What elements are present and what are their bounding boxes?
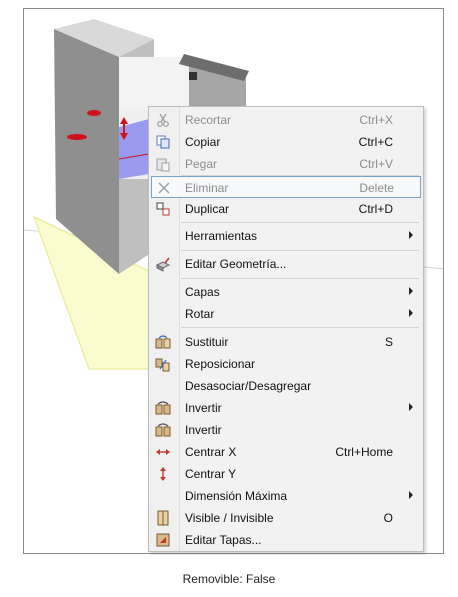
visibility-icon bbox=[157, 510, 169, 526]
submenu-arrow-icon bbox=[409, 287, 413, 295]
menu-item-shortcut: Ctrl+V bbox=[359, 157, 393, 171]
menu-item-label: Editar Geometría... bbox=[185, 257, 287, 271]
status-caption: Removible: False bbox=[182, 572, 276, 586]
invert-icon bbox=[155, 401, 171, 415]
menu-item-invertir-submenu[interactable]: Invertir bbox=[151, 397, 421, 419]
menu-item-label: Centrar Y bbox=[185, 467, 237, 481]
menu-separator bbox=[181, 327, 419, 328]
menu-separator bbox=[181, 278, 419, 279]
context-menu: Recortar Ctrl+X Copiar Ctrl+C Pegar Ctrl… bbox=[148, 106, 424, 552]
menu-item-label: Pegar bbox=[185, 157, 218, 171]
menu-item-label: Reposicionar bbox=[185, 357, 256, 371]
menu-item-invertir[interactable]: Invertir bbox=[151, 419, 421, 441]
menu-item-centrar-y[interactable]: Centrar Y bbox=[151, 463, 421, 485]
reposition-icon bbox=[155, 358, 170, 372]
menu-separator bbox=[181, 250, 419, 251]
menu-item-shortcut: Ctrl+C bbox=[358, 135, 393, 149]
menu-item-copiar[interactable]: Copiar Ctrl+C bbox=[151, 131, 421, 153]
submenu-arrow-icon bbox=[409, 491, 413, 499]
menu-item-label: Invertir bbox=[185, 423, 222, 437]
replace-icon bbox=[155, 335, 171, 349]
duplicate-icon bbox=[156, 202, 170, 216]
menu-item-pegar: Pegar Ctrl+V bbox=[151, 153, 421, 175]
menu-item-label: Visible / Invisible bbox=[185, 511, 274, 525]
menu-item-desasociar[interactable]: Desasociar/Desagregar bbox=[151, 375, 421, 397]
menu-item-herramientas[interactable]: Herramientas bbox=[151, 225, 421, 247]
menu-item-label: Dimensión Máxima bbox=[185, 489, 288, 503]
scissors-icon bbox=[157, 113, 169, 127]
menu-item-label: Editar Tapas... bbox=[185, 533, 262, 547]
invert-icon bbox=[155, 423, 171, 437]
menu-item-label: Herramientas bbox=[185, 229, 258, 243]
menu-item-shortcut: O bbox=[383, 511, 393, 525]
menu-item-shortcut: Ctrl+D bbox=[358, 202, 393, 216]
center-x-icon bbox=[156, 449, 170, 455]
menu-item-shortcut: Ctrl+Home bbox=[335, 445, 393, 459]
menu-item-label: Sustituir bbox=[185, 335, 229, 349]
menu-item-label: Centrar X bbox=[185, 445, 237, 459]
menu-item-dimension-maxima[interactable]: Dimensión Máxima bbox=[151, 485, 421, 507]
menu-item-capas[interactable]: Capas bbox=[151, 281, 421, 303]
menu-item-label: Invertir bbox=[185, 401, 222, 415]
menu-item-recortar: Recortar Ctrl+X bbox=[151, 109, 421, 131]
menu-item-label: Capas bbox=[185, 285, 220, 299]
menu-item-label: Duplicar bbox=[185, 202, 230, 216]
menu-item-editar-tapas[interactable]: Editar Tapas... bbox=[151, 529, 421, 551]
menu-item-label: Copiar bbox=[185, 135, 221, 149]
menu-item-shortcut: Ctrl+X bbox=[359, 113, 393, 127]
menu-item-shortcut: S bbox=[384, 335, 393, 349]
menu-item-centrar-x[interactable]: Centrar X Ctrl+Home bbox=[151, 441, 421, 463]
menu-item-reposicionar[interactable]: Reposicionar bbox=[151, 353, 421, 375]
submenu-arrow-icon bbox=[409, 403, 413, 411]
submenu-arrow-icon bbox=[409, 309, 413, 317]
menu-item-label: Recortar bbox=[185, 113, 232, 127]
menu-item-rotar[interactable]: Rotar bbox=[151, 303, 421, 325]
menu-item-label: Eliminar bbox=[185, 181, 229, 195]
paste-icon bbox=[156, 158, 170, 172]
edit-covers-icon bbox=[156, 533, 170, 547]
menu-item-duplicar[interactable]: Duplicar Ctrl+D bbox=[151, 198, 421, 220]
menu-item-label: Desasociar/Desagregar bbox=[185, 379, 312, 393]
menu-item-visible-invisible[interactable]: Visible / Invisible O bbox=[151, 507, 421, 529]
edit-geometry-icon bbox=[155, 257, 171, 272]
menu-item-editar-geometria[interactable]: Editar Geometría... bbox=[151, 253, 421, 275]
center-y-icon bbox=[160, 467, 166, 481]
menu-separator bbox=[181, 222, 419, 223]
menu-item-label: Rotar bbox=[185, 307, 215, 321]
copy-icon bbox=[156, 135, 170, 149]
submenu-arrow-icon bbox=[409, 231, 413, 239]
menu-item-shortcut: Delete bbox=[359, 181, 394, 195]
menu-item-sustituir[interactable]: Sustituir S bbox=[151, 331, 421, 353]
delete-x-icon bbox=[158, 182, 170, 194]
menu-item-eliminar: Eliminar Delete bbox=[151, 176, 421, 198]
